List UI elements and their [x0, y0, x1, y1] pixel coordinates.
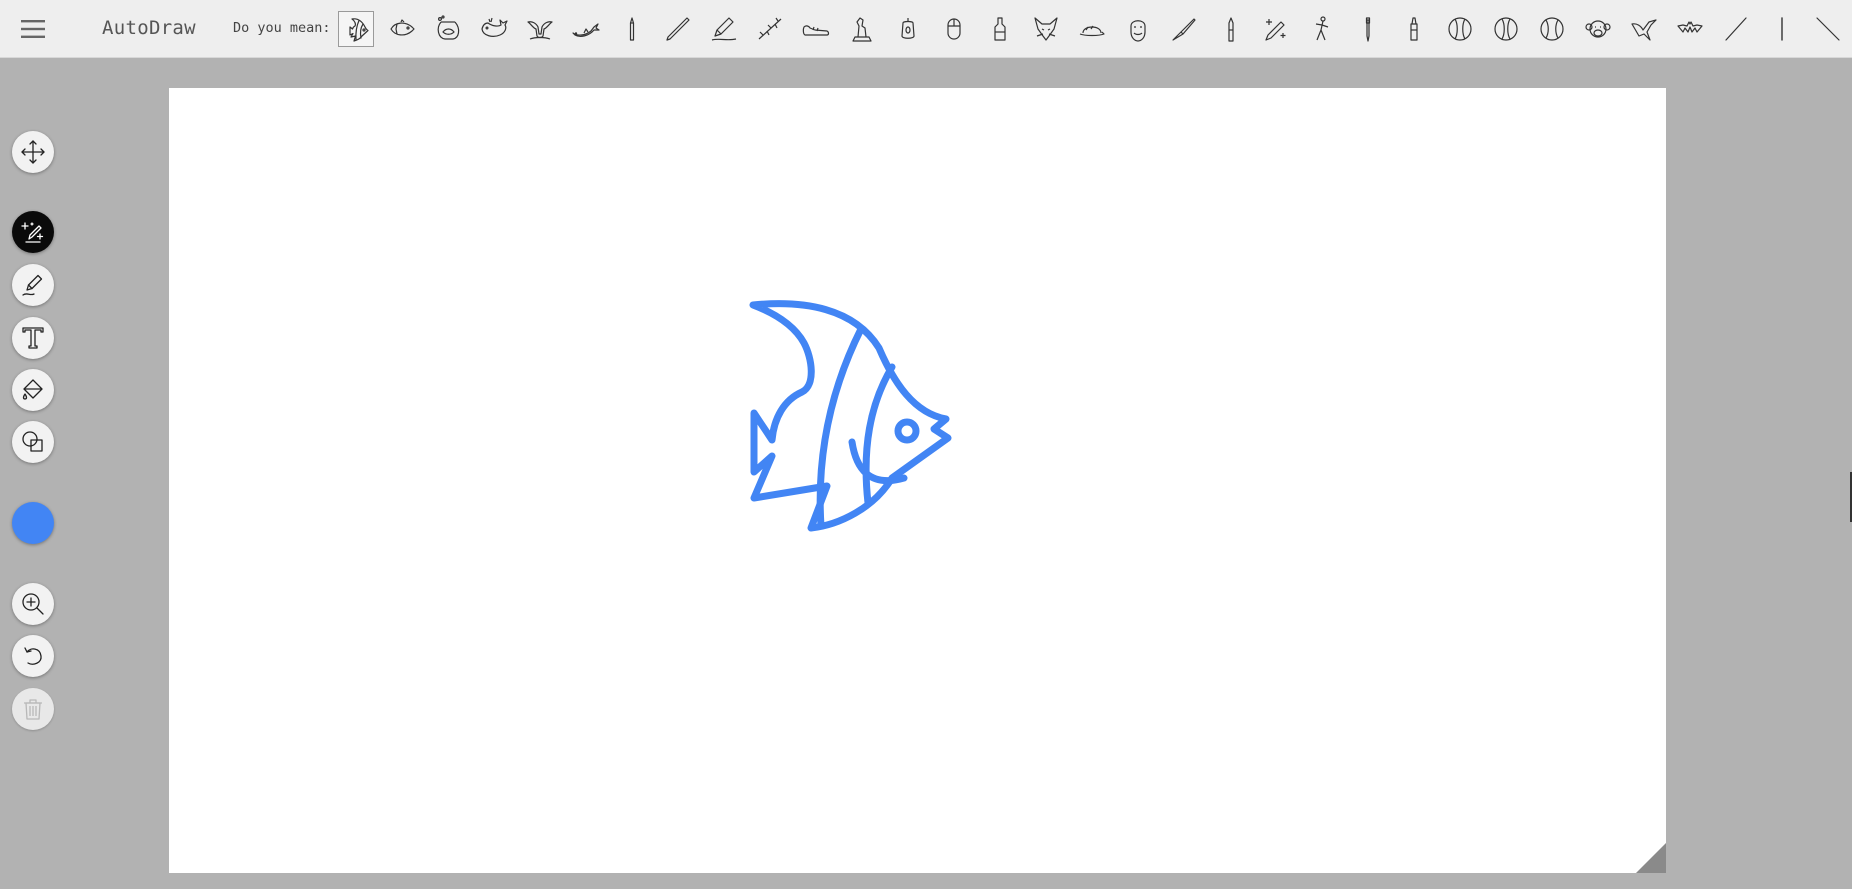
marker-icon — [1228, 17, 1234, 42]
suggestion-marker[interactable] — [1212, 11, 1248, 47]
suggestion-whale-tail[interactable] — [522, 11, 558, 47]
suggestion-whale[interactable] — [476, 11, 512, 47]
delete-tool-button[interactable] — [12, 688, 54, 730]
canvas-resize-handle[interactable] — [1636, 843, 1666, 873]
menu-button[interactable] — [16, 15, 50, 43]
branch-icon — [758, 17, 782, 40]
suggestion-angelfish[interactable] — [338, 11, 374, 47]
suggestion-pencil[interactable] — [706, 11, 742, 47]
diagonal-line-icon — [1816, 17, 1840, 41]
autodraw-icon — [21, 222, 44, 243]
suggestion-mouse[interactable] — [936, 11, 972, 47]
suggestion-figure[interactable] — [1304, 11, 1340, 47]
bottle-icon — [994, 17, 1006, 41]
shapes-icon — [22, 431, 43, 452]
zoom-tool-button[interactable] — [12, 583, 54, 625]
pencil-line-icon — [666, 17, 690, 41]
baseball-icon — [1494, 17, 1518, 41]
fill-tool-button[interactable] — [12, 369, 54, 411]
angelfish-icon — [349, 18, 369, 42]
suggestion-pencil-line[interactable] — [660, 11, 696, 47]
hamburger-menu-icon — [21, 20, 45, 38]
figure-icon — [1315, 16, 1329, 41]
pen-icon — [1365, 17, 1371, 42]
crayon-icon — [629, 17, 635, 41]
move-icon — [21, 140, 45, 164]
pencil-icon — [711, 17, 737, 41]
suggestion-lantern[interactable] — [890, 11, 926, 47]
whale-icon — [481, 17, 508, 37]
glue-icon — [1410, 17, 1418, 41]
suggestion-pen[interactable] — [1350, 11, 1386, 47]
suggestion-baseball-3[interactable] — [1534, 11, 1570, 47]
hat-icon — [1079, 25, 1105, 37]
top-bar: AutoDraw Do you mean: — [0, 0, 1852, 58]
fox-icon — [1034, 17, 1058, 41]
shape-tool-button[interactable] — [12, 421, 54, 463]
whale-tail-icon — [527, 21, 553, 40]
fill-bucket-icon — [22, 379, 43, 400]
suggestion-crayon[interactable] — [614, 11, 650, 47]
app-title: AutoDraw — [102, 17, 196, 39]
autodraw-tool-button[interactable] — [12, 211, 54, 253]
trash-icon — [24, 699, 42, 720]
suggestion-monkey[interactable] — [1580, 11, 1616, 47]
drawing-canvas[interactable] — [169, 88, 1666, 873]
color-picker-button[interactable] — [12, 502, 54, 544]
suggestion-fish[interactable] — [384, 11, 420, 47]
baseball-icon — [1448, 17, 1472, 41]
suggestion-fox[interactable] — [1028, 11, 1064, 47]
knife-icon — [1172, 18, 1196, 41]
suggestion-hat[interactable] — [1074, 11, 1110, 47]
baseball-icon — [1540, 17, 1564, 41]
fish-icon — [390, 19, 415, 36]
statue-icon — [852, 17, 872, 42]
line-icon — [1725, 17, 1747, 41]
mouse-icon — [947, 18, 961, 40]
type-tool-button[interactable] — [12, 317, 54, 359]
bat-icon — [1677, 21, 1703, 33]
shoe-icon — [802, 25, 830, 36]
vertical-line-icon — [1781, 17, 1783, 41]
suggestion-beard-face[interactable] — [1120, 11, 1156, 47]
beard-face-icon — [1130, 20, 1146, 42]
suggestion-shoe[interactable] — [798, 11, 834, 47]
suggestion-glue[interactable] — [1396, 11, 1432, 47]
zoom-in-icon — [22, 593, 44, 615]
monkey-icon — [1585, 20, 1611, 38]
suggestion-diagonal-line[interactable] — [1810, 11, 1846, 47]
text-icon — [22, 327, 44, 349]
suggestion-bat[interactable] — [1672, 11, 1708, 47]
dolphin-icon — [572, 23, 600, 37]
suggestion-vertical-line[interactable] — [1764, 11, 1800, 47]
suggestion-knife[interactable] — [1166, 11, 1202, 47]
suggestion-statue[interactable] — [844, 11, 880, 47]
lantern-icon — [901, 18, 915, 39]
suggestion-baseball-2[interactable] — [1488, 11, 1524, 47]
select-tool-button[interactable] — [12, 131, 54, 173]
pencil-icon — [22, 274, 43, 296]
did-you-mean-label: Do you mean: — [233, 20, 331, 36]
undo-tool-button[interactable] — [12, 635, 54, 677]
suggestion-strip — [338, 11, 1843, 47]
undo-icon — [24, 647, 42, 665]
suggestion-dolphin[interactable] — [568, 11, 604, 47]
suggestion-baseball-1[interactable] — [1442, 11, 1478, 47]
bird-icon — [1631, 19, 1657, 41]
fish-bowl-icon — [437, 15, 460, 40]
suggestion-fish-bowl[interactable] — [430, 11, 466, 47]
draw-tool-button[interactable] — [12, 264, 54, 306]
suggestion-bird[interactable] — [1626, 11, 1662, 47]
angelfish-drawing[interactable] — [724, 288, 1044, 588]
suggestion-bottle[interactable] — [982, 11, 1018, 47]
suggestion-line[interactable] — [1718, 11, 1754, 47]
suggestion-sparkle-pencil[interactable] — [1258, 11, 1294, 47]
suggestion-branch[interactable] — [752, 11, 788, 47]
sparkle-pencil-icon — [1265, 19, 1286, 41]
